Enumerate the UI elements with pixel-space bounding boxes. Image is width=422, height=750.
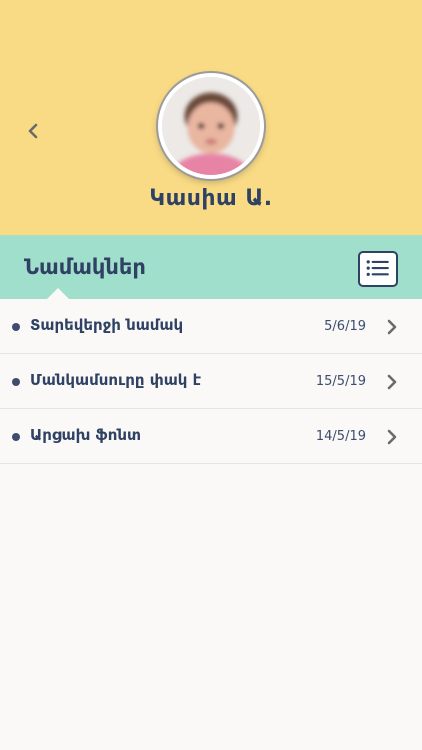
list-item[interactable]: Մանկամսուրը փակ է 15/5/19 [0,354,422,409]
letter-date: 5/6/19 [324,319,366,334]
list-icon [366,260,389,276]
chevron-right-icon [387,374,397,390]
profile-header: Կասիա Ա. [0,0,422,235]
back-button[interactable] [18,116,48,146]
section-title: Նամակներ [24,255,146,279]
letter-date: 14/5/19 [315,429,366,444]
letter-title: Տարեվերջի նամակ [30,316,184,334]
letters-list: Տարեվերջի նամակ 5/6/19 Մանկամսուրը փակ է… [0,299,422,464]
bullet-icon [12,433,20,441]
letter-title: Արցախ ֆոնտ [30,426,142,444]
profile-name: Կասիա Ա. [149,186,273,211]
chevron-right-icon [387,319,397,335]
chevron-left-icon [28,123,38,139]
chevron-right-icon [387,429,397,445]
letters-section-header: Նամակներ [0,235,422,299]
letter-date: 15/5/19 [315,374,366,389]
child-photo [162,77,260,175]
list-item[interactable]: Արցախ ֆոնտ 14/5/19 [0,409,422,464]
list-view-button[interactable] [358,251,398,287]
section-pointer [47,288,69,299]
bullet-icon [12,378,20,386]
letter-title: Մանկամսուրը փակ է [30,371,202,389]
avatar [158,73,264,179]
bullet-icon [12,323,20,331]
list-item[interactable]: Տարեվերջի նամակ 5/6/19 [0,299,422,354]
